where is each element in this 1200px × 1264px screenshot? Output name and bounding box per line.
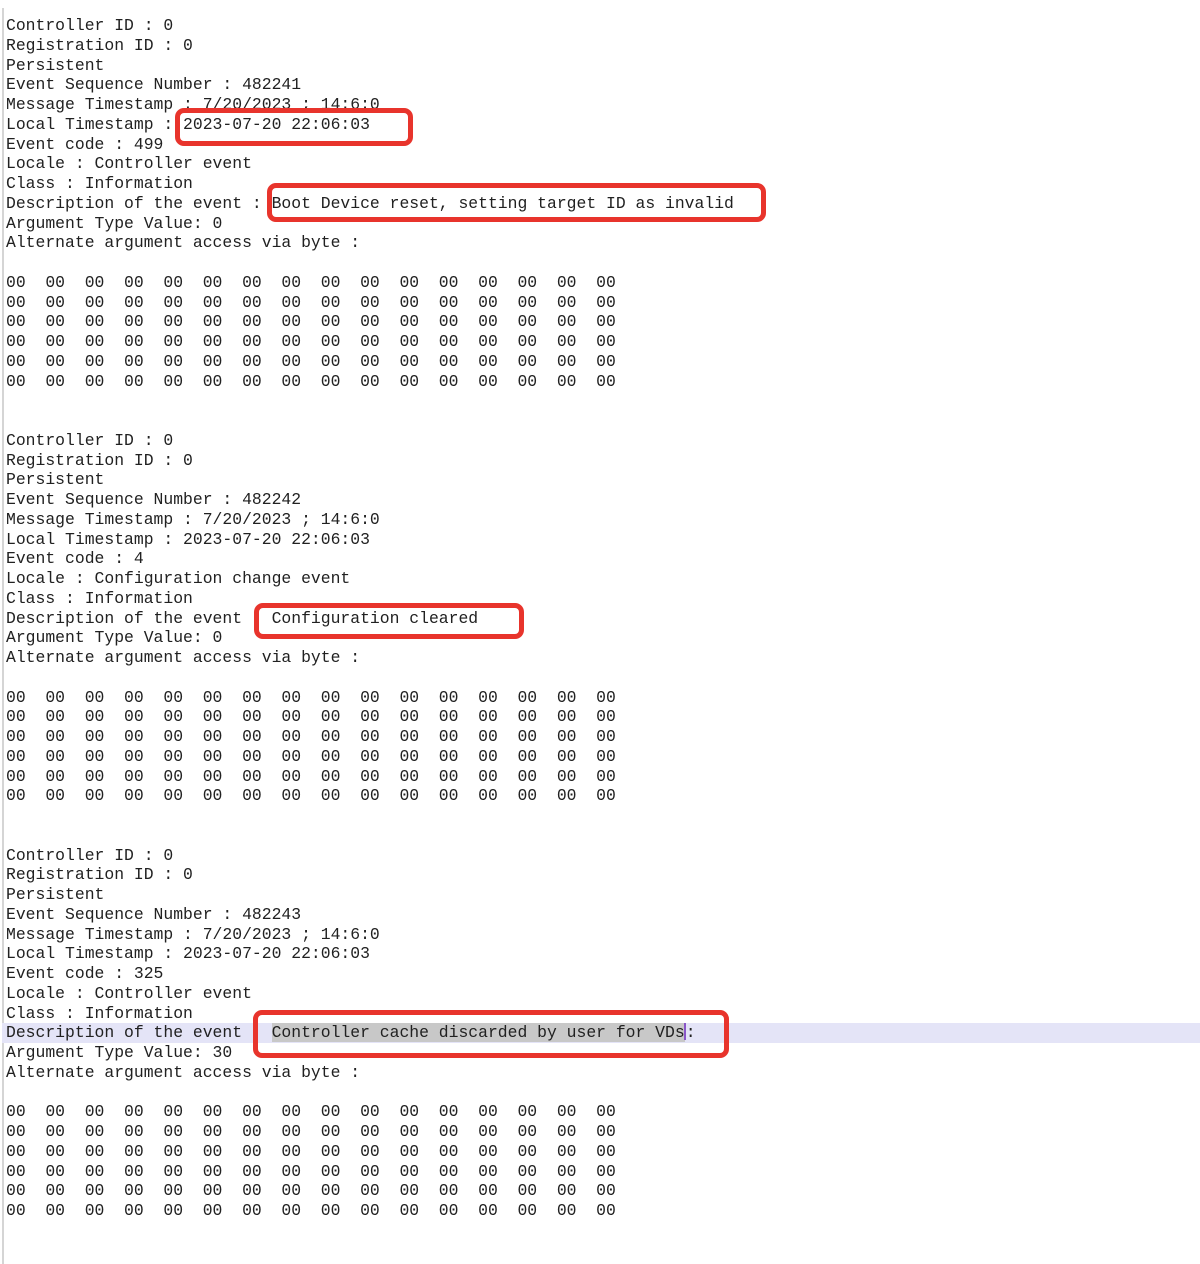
field-locale: Locale : Configuration change event (6, 569, 1200, 589)
blank-line (6, 1083, 1200, 1103)
blank-line (6, 668, 1200, 688)
hex-dump-row: 00 00 00 00 00 00 00 00 00 00 00 00 00 0… (6, 767, 1200, 787)
field-message-timestamp: Message Timestamp : 7/20/2023 ; 14:6:0 (6, 95, 1200, 115)
hex-dump-row: 00 00 00 00 00 00 00 00 00 00 00 00 00 0… (6, 747, 1200, 767)
field-argument-type-value: Argument Type Value: 0 (6, 214, 1200, 234)
field-argument-type-value: Argument Type Value: 0 (6, 628, 1200, 648)
field-description: Description of the event : Boot Device r… (6, 194, 1200, 214)
field-sequence-number: Event Sequence Number : 482242 (6, 490, 1200, 510)
field-event-code: Event code : 4 (6, 549, 1200, 569)
field-local-timestamp: Local Timestamp : 2023-07-20 22:06:03 (6, 944, 1200, 964)
blank-line (6, 391, 1200, 411)
hex-dump-row: 00 00 00 00 00 00 00 00 00 00 00 00 00 0… (6, 1181, 1200, 1201)
hex-dump-row: 00 00 00 00 00 00 00 00 00 00 00 00 00 0… (6, 372, 1200, 392)
field-class: Class : Information (6, 1004, 1200, 1024)
hex-dump-row: 00 00 00 00 00 00 00 00 00 00 00 00 00 0… (6, 352, 1200, 372)
field-controller-id: Controller ID : 0 (6, 431, 1200, 451)
field-event-code: Event code : 325 (6, 964, 1200, 984)
description-label: Description of the event : (6, 1023, 272, 1042)
hex-dump-row: 00 00 00 00 00 00 00 00 00 00 00 00 00 0… (6, 273, 1200, 293)
field-locale: Locale : Controller event (6, 154, 1200, 174)
hex-dump-row: 00 00 00 00 00 00 00 00 00 00 00 00 00 0… (6, 786, 1200, 806)
field-description: Description of the event : Configuration… (6, 609, 1200, 629)
hex-dump-row: 00 00 00 00 00 00 00 00 00 00 00 00 00 0… (6, 1102, 1200, 1122)
field-event-code: Event code : 499 (6, 135, 1200, 155)
field-registration-id: Registration ID : 0 (6, 451, 1200, 471)
field-alternate-argument: Alternate argument access via byte : (6, 648, 1200, 668)
field-controller-id: Controller ID : 0 (6, 16, 1200, 36)
field-persistent: Persistent (6, 470, 1200, 490)
hex-dump-row: 00 00 00 00 00 00 00 00 00 00 00 00 00 0… (6, 1162, 1200, 1182)
description-suffix: : (686, 1023, 696, 1042)
field-persistent: Persistent (6, 56, 1200, 76)
blank-line (6, 253, 1200, 273)
field-alternate-argument: Alternate argument access via byte : (6, 233, 1200, 253)
hex-dump-row: 00 00 00 00 00 00 00 00 00 00 00 00 00 0… (6, 1122, 1200, 1142)
log-viewer-page: { "document": { "title": "Controller eve… (0, 0, 1200, 1264)
field-class: Class : Information (6, 589, 1200, 609)
hex-dump-row: 00 00 00 00 00 00 00 00 00 00 00 00 00 0… (6, 707, 1200, 727)
field-sequence-number: Event Sequence Number : 482243 (6, 905, 1200, 925)
blank-line (6, 806, 1200, 826)
selected-text: Controller cache discarded by user for V… (272, 1023, 685, 1042)
hex-dump-row: 00 00 00 00 00 00 00 00 00 00 00 00 00 0… (6, 688, 1200, 708)
hex-dump-row: 00 00 00 00 00 00 00 00 00 00 00 00 00 0… (6, 293, 1200, 313)
log-text-viewer[interactable]: Controller ID : 0Registration ID : 0Pers… (2, 8, 1200, 1264)
field-class: Class : Information (6, 174, 1200, 194)
field-message-timestamp: Message Timestamp : 7/20/2023 ; 14:6:0 (6, 925, 1200, 945)
field-local-timestamp: Local Timestamp : 2023-07-20 22:06:03 (6, 115, 1200, 135)
blank-line (6, 826, 1200, 846)
blank-line (6, 411, 1200, 431)
hex-dump-row: 00 00 00 00 00 00 00 00 00 00 00 00 00 0… (6, 312, 1200, 332)
field-locale: Locale : Controller event (6, 984, 1200, 1004)
field-controller-id: Controller ID : 0 (6, 846, 1200, 866)
field-registration-id: Registration ID : 0 (6, 865, 1200, 885)
field-registration-id: Registration ID : 0 (6, 36, 1200, 56)
field-alternate-argument: Alternate argument access via byte : (6, 1063, 1200, 1083)
event-log-content: Controller ID : 0Registration ID : 0Pers… (6, 16, 1200, 1221)
hex-dump-row: 00 00 00 00 00 00 00 00 00 00 00 00 00 0… (6, 727, 1200, 747)
field-message-timestamp: Message Timestamp : 7/20/2023 ; 14:6:0 (6, 510, 1200, 530)
hex-dump-row: 00 00 00 00 00 00 00 00 00 00 00 00 00 0… (6, 332, 1200, 352)
field-persistent: Persistent (6, 885, 1200, 905)
field-local-timestamp: Local Timestamp : 2023-07-20 22:06:03 (6, 530, 1200, 550)
hex-dump-row: 00 00 00 00 00 00 00 00 00 00 00 00 00 0… (6, 1142, 1200, 1162)
hex-dump-row: 00 00 00 00 00 00 00 00 00 00 00 00 00 0… (6, 1201, 1200, 1221)
field-argument-type-value: Argument Type Value: 30 (6, 1043, 1200, 1063)
field-description-highlighted: Description of the event : Controller ca… (2, 1023, 1200, 1043)
field-sequence-number: Event Sequence Number : 482241 (6, 75, 1200, 95)
